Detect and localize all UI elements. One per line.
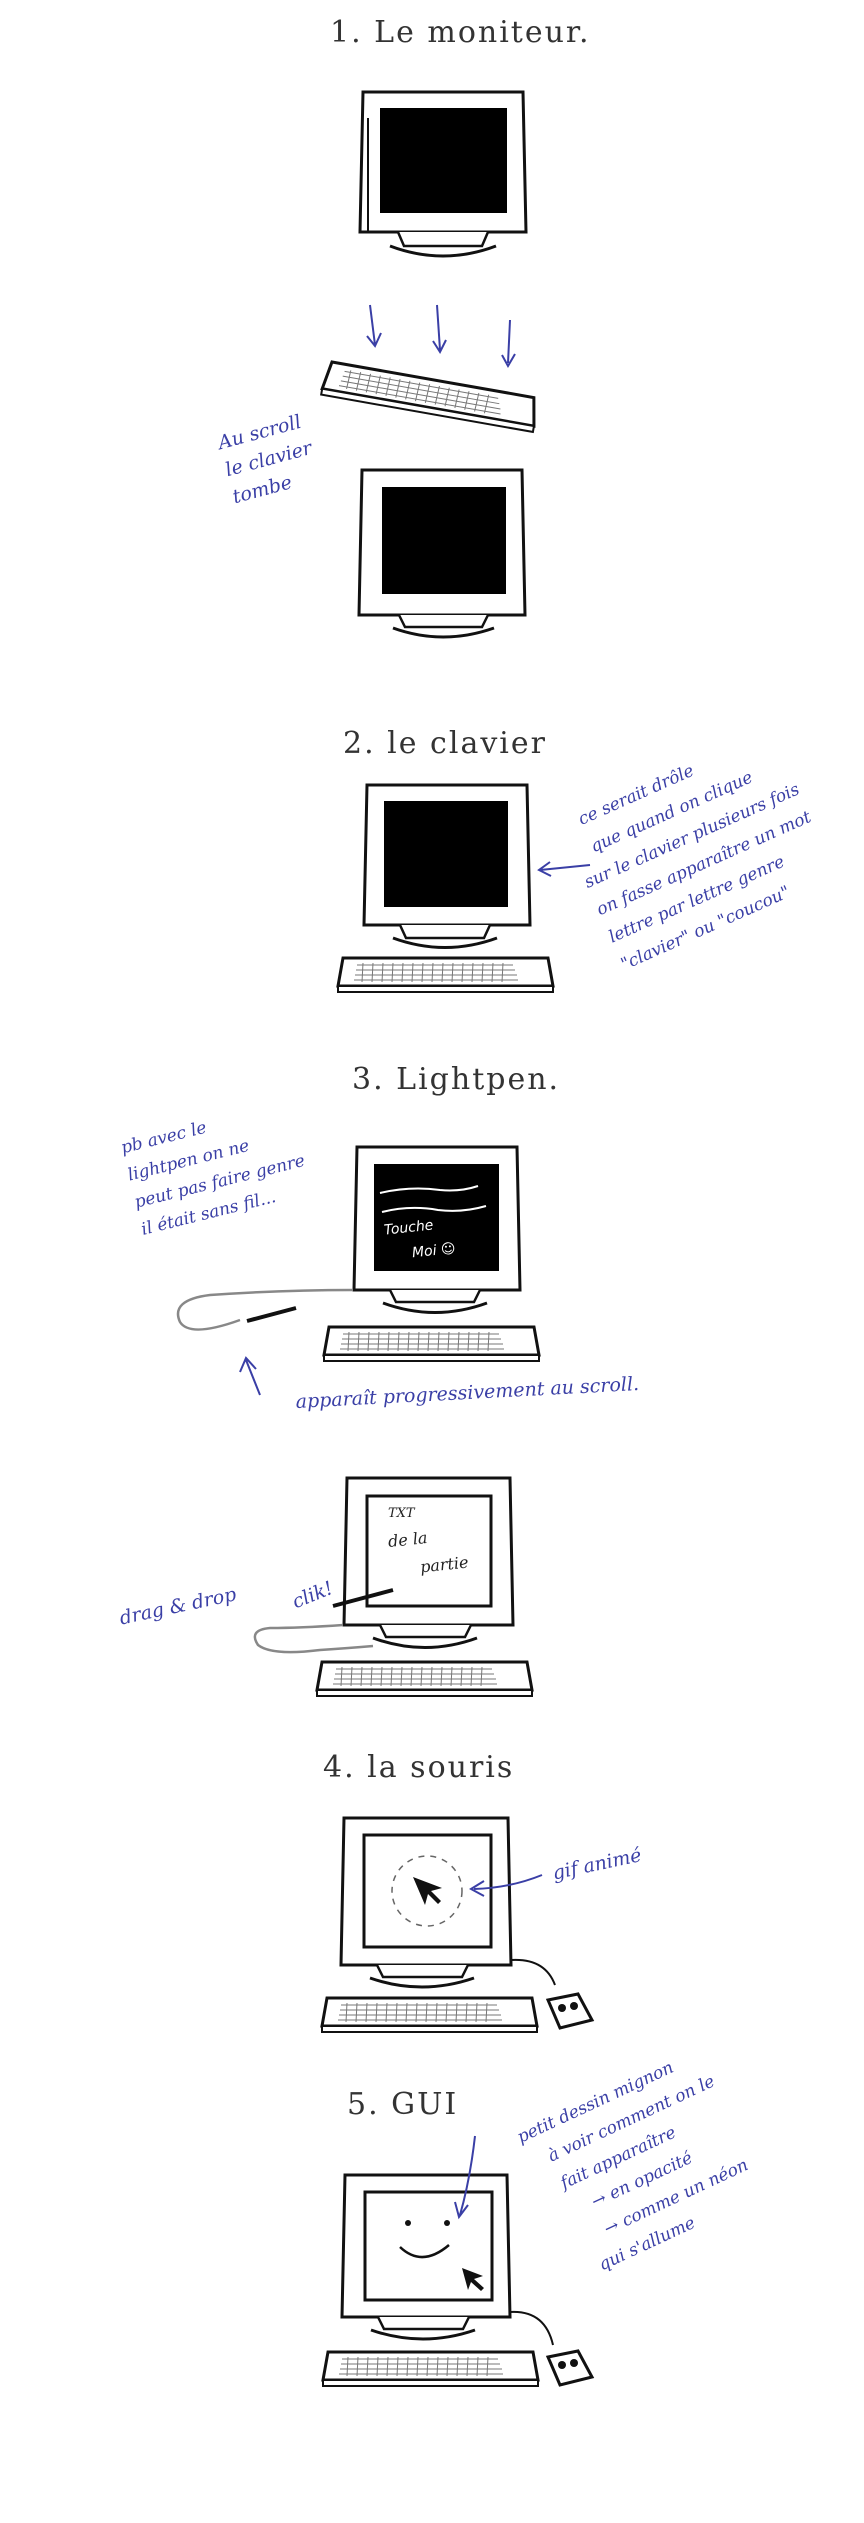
title-lightpen: 3. Lightpen. xyxy=(352,1062,561,1097)
monitor-1 xyxy=(358,90,528,258)
progressive-arrow xyxy=(239,1356,261,1396)
computer-clavier xyxy=(336,783,555,994)
title-souris: 4. la souris xyxy=(323,1750,515,1785)
title-gui: 5. GUI xyxy=(347,2087,459,2122)
title-clavier: 2. le clavier xyxy=(343,726,547,761)
monitor-2 xyxy=(357,468,527,639)
screen-text-txt: TXT xyxy=(388,1506,415,1521)
falling-keyboard xyxy=(319,359,541,434)
title-moniteur: 1. Le moniteur. xyxy=(330,15,591,50)
falling-arrows xyxy=(366,304,516,369)
computer-mouse xyxy=(320,1816,594,2034)
